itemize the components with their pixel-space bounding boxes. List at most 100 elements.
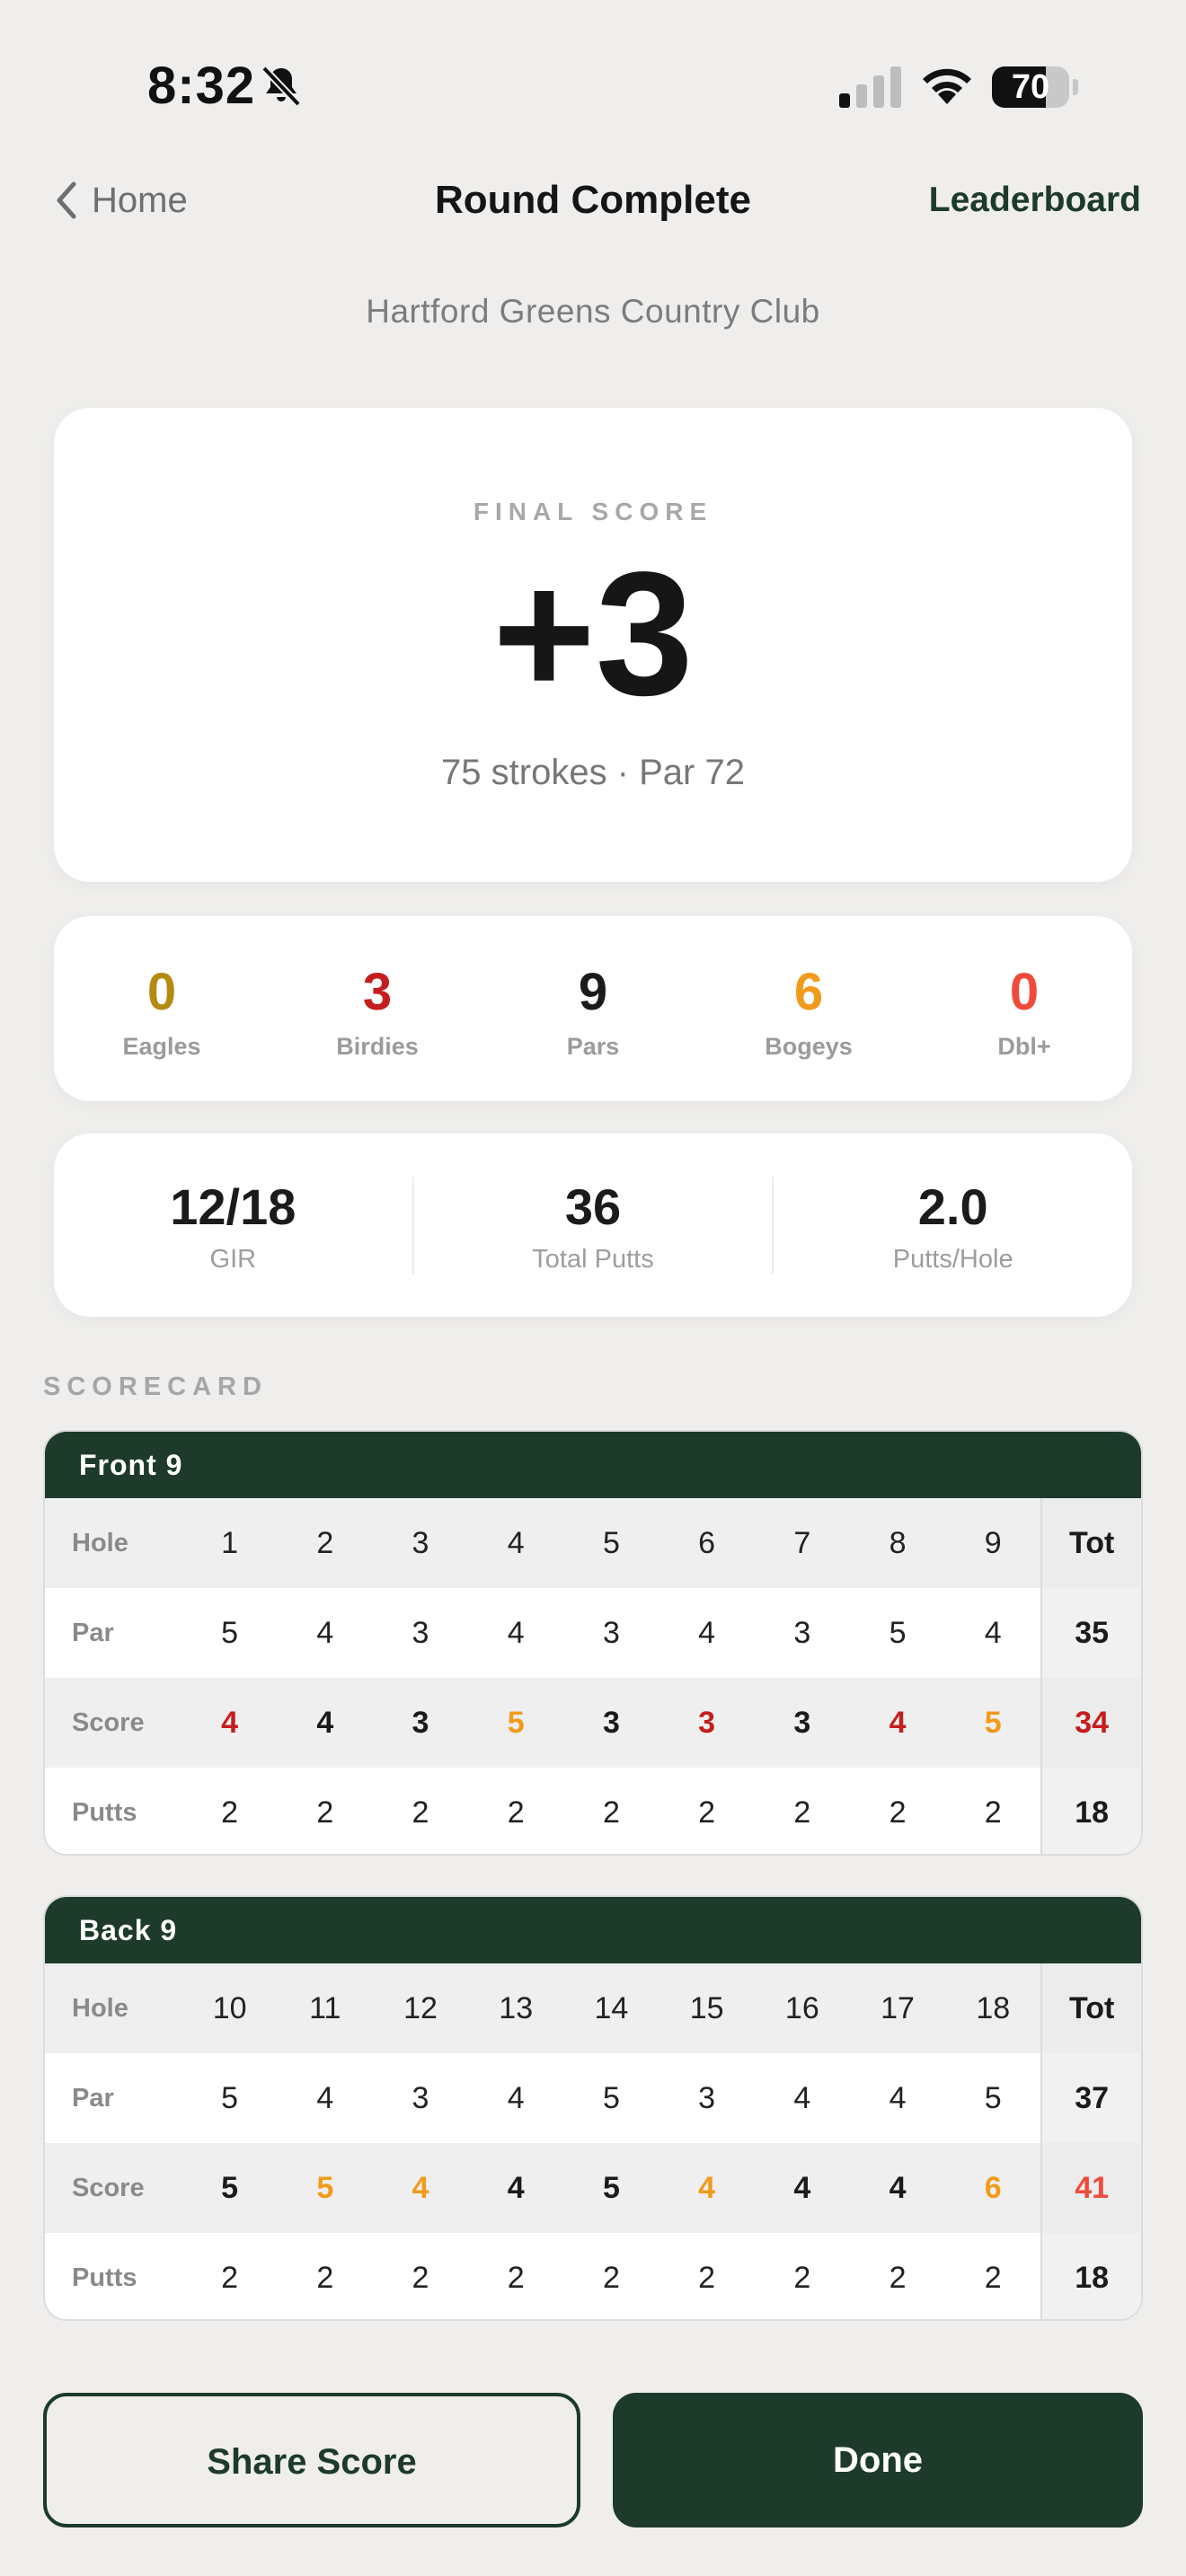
summary-label: Birdies <box>336 1033 419 1060</box>
back-nine-title: Back 9 <box>45 1897 1141 1963</box>
hole-cell: 2 <box>316 1525 334 1560</box>
score-total: 41 <box>1040 2143 1141 2233</box>
par-cell: 3 <box>793 1615 811 1650</box>
par-cell: 3 <box>602 1615 620 1650</box>
back-button[interactable]: Home <box>54 176 188 225</box>
score-cell: 5 <box>221 2170 239 2205</box>
score-cell: 4 <box>698 2170 716 2205</box>
hole-cell: 17 <box>881 1990 915 2025</box>
summary-bogeys: 6 Bogeys <box>701 916 916 1101</box>
battery-percent: 70 <box>1011 68 1050 106</box>
putts-cell: 2 <box>316 1795 334 1830</box>
row-label: Putts <box>72 1797 137 1827</box>
par-total: 37 <box>1040 2053 1141 2143</box>
front-nine-title: Front 9 <box>45 1432 1141 1498</box>
hole-cell: 9 <box>984 1525 1002 1560</box>
score-cell: 4 <box>889 1705 907 1740</box>
hole-cell: 5 <box>602 1525 620 1560</box>
score-summary-card: 0 Eagles 3 Birdies 9 Pars 6 Bogeys 0 Dbl… <box>54 916 1132 1101</box>
leaderboard-button[interactable]: Leaderboard <box>929 176 1141 225</box>
par-cell: 5 <box>984 2080 1002 2115</box>
par-cell: 4 <box>507 2080 525 2115</box>
back-label: Home <box>92 180 188 220</box>
stat-gir: 12/18 GIR <box>54 1134 412 1317</box>
putts-cell: 2 <box>602 1795 620 1830</box>
share-score-button[interactable]: Share Score <box>43 2393 580 2527</box>
total-header: Tot <box>1040 1498 1141 1588</box>
summary-label: Dbl+ <box>997 1033 1051 1060</box>
par-cell: 5 <box>602 2080 620 2115</box>
hole-cell: 14 <box>594 1990 629 2025</box>
score-cell: 6 <box>984 2170 1002 2205</box>
stat-label: Total Putts <box>532 1245 654 1274</box>
score-cell: 3 <box>793 1705 811 1740</box>
hole-cell: 13 <box>499 1990 534 2025</box>
stat-value: 2.0 <box>917 1178 988 1235</box>
par-cell: 3 <box>698 2080 716 2115</box>
summary-value: 9 <box>578 963 608 1021</box>
putts-cell: 2 <box>889 1795 907 1830</box>
summary-pars: 9 Pars <box>485 916 701 1101</box>
score-cell: 4 <box>507 2170 525 2205</box>
hole-cell: 11 <box>309 1990 341 2025</box>
score-cell: 3 <box>412 1705 429 1740</box>
chevron-left-icon <box>57 181 76 219</box>
par-cell: 4 <box>698 1615 716 1650</box>
putts-cell: 2 <box>316 2260 334 2295</box>
summary-label: Eagles <box>122 1033 201 1060</box>
putts-cell: 2 <box>984 2260 1002 2295</box>
final-score-card: FINAL SCORE +3 75 strokes · Par 72 <box>54 408 1132 882</box>
summary-value: 6 <box>793 963 824 1021</box>
summary-doubles: 0 Dbl+ <box>916 916 1132 1101</box>
putts-cell: 2 <box>507 2260 525 2295</box>
putts-cell: 2 <box>698 1795 716 1830</box>
score-cell: 4 <box>889 2170 907 2205</box>
stat-label: Putts/Hole <box>892 1245 1013 1274</box>
summary-value: 0 <box>146 963 177 1021</box>
stat-total-putts: 36 Total Putts <box>412 1177 773 1274</box>
putts-cell: 2 <box>221 2260 239 2295</box>
hole-cell: 4 <box>507 1525 525 1560</box>
summary-label: Bogeys <box>765 1033 853 1060</box>
summary-label: Pars <box>566 1033 620 1060</box>
final-score-value: +3 <box>492 535 694 732</box>
putts-cell: 2 <box>602 2260 620 2295</box>
par-cell: 3 <box>412 1615 429 1650</box>
final-score-label: FINAL SCORE <box>473 498 713 525</box>
putts-row: Putts 2 2 2 2 2 2 2 2 2 18 <box>45 1768 1141 1854</box>
score-cell: 5 <box>316 2170 334 2205</box>
score-cell: 3 <box>602 1705 620 1740</box>
wifi-icon <box>923 68 971 104</box>
stat-value: 36 <box>564 1178 622 1235</box>
done-button[interactable]: Done <box>613 2393 1143 2527</box>
hole-row: Hole 1 2 3 4 5 6 7 8 9 Tot <box>45 1498 1141 1588</box>
putts-cell: 2 <box>889 2260 907 2295</box>
stat-value: 12/18 <box>170 1178 296 1235</box>
score-cell: 5 <box>507 1705 525 1740</box>
hole-cell: 12 <box>403 1990 438 2025</box>
total-header: Tot <box>1040 1963 1141 2053</box>
hole-cell: 18 <box>976 1990 1011 2025</box>
par-cell: 5 <box>889 1615 907 1650</box>
hole-cell: 7 <box>793 1525 811 1560</box>
score-cell: 4 <box>412 2170 429 2205</box>
score-row: Score 5 5 4 4 5 4 4 4 6 41 <box>45 2143 1141 2233</box>
putts-cell: 2 <box>412 2260 429 2295</box>
summary-eagles: 0 Eagles <box>54 916 270 1101</box>
battery-icon: 70 <box>992 66 1078 108</box>
putts-cell: 2 <box>984 1795 1002 1830</box>
par-cell: 3 <box>412 2080 429 2115</box>
par-cell: 4 <box>507 1615 525 1650</box>
score-row: Score 4 4 3 5 3 3 3 4 5 34 <box>45 1678 1141 1768</box>
par-cell: 4 <box>793 2080 811 2115</box>
putts-cell: 2 <box>793 2260 811 2295</box>
putts-cell: 2 <box>412 1795 429 1830</box>
back-nine-scorecard: Back 9 Hole 10 11 12 13 14 15 16 17 18 T… <box>43 1895 1143 2321</box>
putts-cell: 2 <box>793 1795 811 1830</box>
final-score-subtitle: 75 strokes · Par 72 <box>441 753 745 792</box>
putts-cell: 2 <box>221 1795 239 1830</box>
summary-value: 0 <box>1009 963 1040 1021</box>
score-cell: 4 <box>793 2170 811 2205</box>
row-label: Score <box>72 2173 145 2202</box>
row-label: Putts <box>72 2263 137 2292</box>
